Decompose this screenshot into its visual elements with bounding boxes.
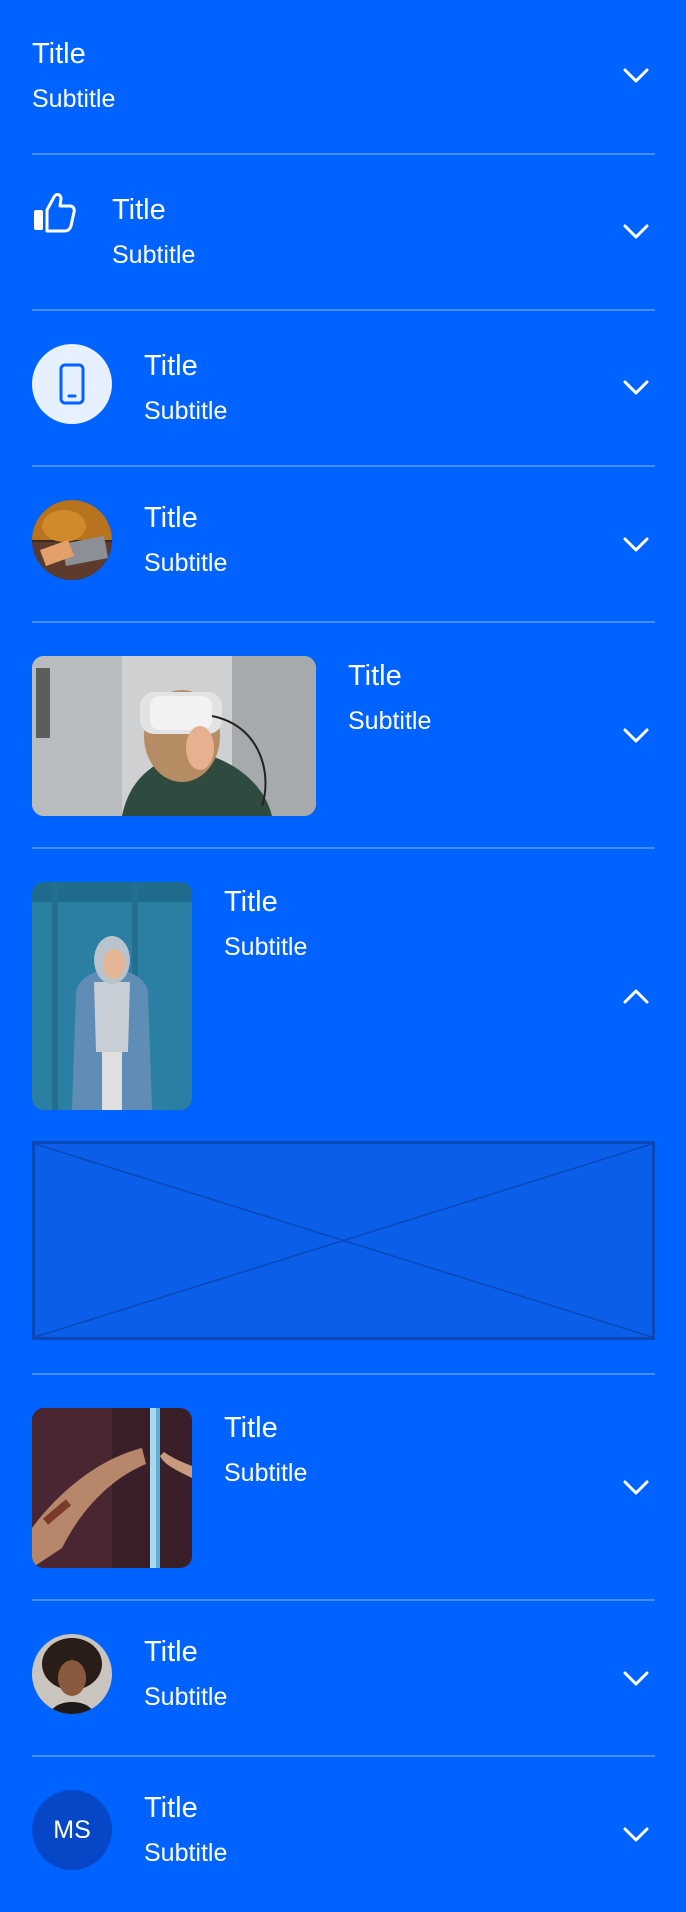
item-title: Title <box>144 502 198 534</box>
chevron-down-icon[interactable] <box>623 1671 649 1687</box>
wide-photo <box>32 656 316 816</box>
item-subtitle: Subtitle <box>224 933 308 961</box>
accordion-item-9[interactable]: MS Title Subtitle <box>32 1790 655 1870</box>
item-title: Title <box>224 1412 278 1444</box>
accordion-item-5[interactable]: Title Subtitle <box>32 656 655 816</box>
divider <box>32 465 655 467</box>
divider <box>32 309 655 311</box>
chevron-up-icon[interactable] <box>623 988 649 1004</box>
item-title: Title <box>144 1792 198 1824</box>
accordion-item-3[interactable]: Title Subtitle <box>32 344 655 425</box>
accordion-item-2[interactable]: Title Subtitle <box>32 192 655 272</box>
item-title: Title <box>112 194 166 226</box>
chevron-down-icon[interactable] <box>623 728 649 744</box>
item-subtitle: Subtitle <box>348 707 432 735</box>
chevron-down-icon[interactable] <box>623 537 649 553</box>
initials-avatar: MS <box>32 1790 112 1870</box>
item-subtitle: Subtitle <box>32 85 116 113</box>
divider <box>32 1755 655 1757</box>
chevron-down-icon[interactable] <box>623 1480 649 1496</box>
item-subtitle: Subtitle <box>144 1683 228 1711</box>
accordion-item-7[interactable]: Title Subtitle <box>32 1408 655 1568</box>
item-title: Title <box>144 350 198 382</box>
tall-photo <box>32 882 192 1110</box>
chevron-down-icon[interactable] <box>623 68 649 84</box>
accordion-item-1[interactable]: Title Subtitle <box>32 36 655 116</box>
small-photo <box>32 500 112 580</box>
item-subtitle: Subtitle <box>224 1459 308 1487</box>
chevron-down-icon[interactable] <box>623 380 649 396</box>
square-photo <box>32 1408 192 1568</box>
item-title: Title <box>32 38 86 70</box>
item-subtitle: Subtitle <box>112 241 196 269</box>
item-subtitle: Subtitle <box>144 397 228 425</box>
item-title: Title <box>224 886 278 918</box>
smartphone-icon <box>59 363 85 405</box>
divider <box>32 621 655 623</box>
item-title: Title <box>144 1636 198 1668</box>
round-photo <box>32 1634 112 1714</box>
item-title: Title <box>348 660 402 692</box>
icon-avatar <box>32 344 112 424</box>
accordion-item-8[interactable]: Title Subtitle <box>32 1634 655 1714</box>
chevron-down-icon[interactable] <box>623 1827 649 1843</box>
chevron-down-icon[interactable] <box>623 224 649 240</box>
thumbs-up-icon <box>32 192 76 234</box>
item-subtitle: Subtitle <box>144 1839 228 1867</box>
divider <box>32 1599 655 1601</box>
divider <box>32 1373 655 1375</box>
accordion-item-4[interactable]: Title Subtitle <box>32 500 655 580</box>
divider <box>32 153 655 155</box>
divider <box>32 847 655 849</box>
accordion-item-6[interactable]: Title Subtitle <box>32 882 655 1110</box>
accordion-list: Title Subtitle Title Subtitle Title Subt… <box>0 0 686 1912</box>
expanded-content-placeholder <box>32 1141 655 1340</box>
item-subtitle: Subtitle <box>144 549 228 577</box>
